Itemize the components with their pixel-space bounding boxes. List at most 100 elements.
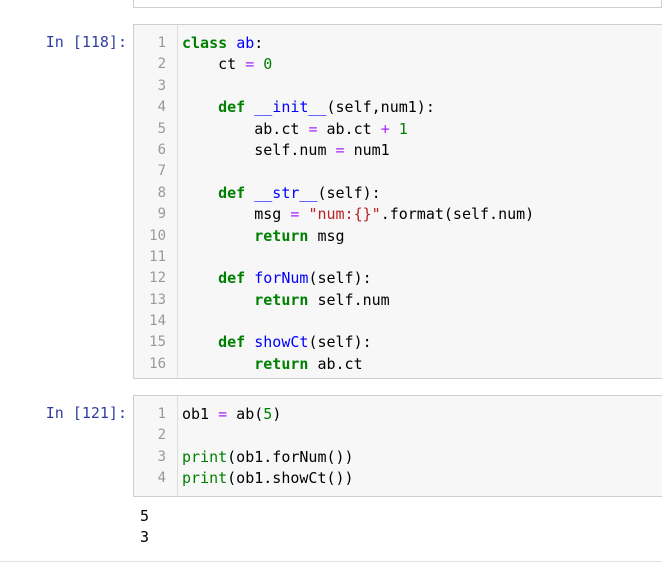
code-token: __init__ — [254, 98, 327, 117]
code-token: 0 — [263, 55, 273, 74]
code-token: class — [182, 34, 228, 52]
line-number: 3 — [157, 448, 166, 465]
code-token: (ob1.forNum()) — [227, 447, 354, 466]
code-cell-2[interactable]: 1 ob1 = ab(5) 2 3 print(ob1.forNum()) 4 print(… — [133, 395, 662, 497]
line-number: 4 — [157, 99, 166, 116]
code-token: def — [218, 333, 246, 352]
code-line: 7 — [134, 161, 662, 182]
code-text: return self.num — [182, 290, 390, 311]
line-number: 15 — [149, 334, 166, 351]
code-token: (self,num1): — [326, 98, 435, 117]
code-token: __str__ — [254, 183, 318, 202]
code-text: return msg — [182, 226, 345, 247]
code-token: ab.ct — [317, 119, 381, 138]
code-token: showCt — [254, 333, 309, 352]
code-line: 15 def showCt(self): — [134, 332, 662, 353]
code-line: 6 self.num = num1 — [134, 140, 662, 161]
code-line: 1 class ab: — [134, 33, 662, 54]
code-text: print(ob1.forNum()) — [182, 447, 354, 468]
code-token: msg — [308, 226, 345, 245]
line-number: 16 — [149, 355, 166, 372]
code-token: num1 — [344, 140, 390, 159]
cell-2-prompt: In [121]: — [45, 404, 127, 422]
line-number: 7 — [157, 163, 166, 180]
code-line: 9 msg = "num:{}".format(self.num) — [134, 204, 662, 225]
code-token: print — [182, 447, 228, 466]
line-number: 5 — [157, 120, 166, 137]
code-text: def __init__(self,num1): — [182, 97, 435, 118]
line-number: 2 — [157, 56, 166, 73]
cell-divider — [0, 561, 662, 562]
code-line: 5 ab.ct = ab.ct + 1 — [134, 119, 662, 140]
line-number: 2 — [157, 427, 166, 444]
line-number: 3 — [157, 77, 166, 94]
code-token: (self): — [317, 183, 381, 202]
code-token: (self): — [308, 333, 372, 352]
code-token: def — [218, 269, 246, 288]
code-token: = — [245, 55, 255, 74]
code-line: 4 def __init__(self,num1): — [134, 97, 662, 118]
code-lines: 1 ob1 = ab(5) 2 3 print(ob1.forNum()) 4 print(… — [134, 404, 662, 490]
code-text: return ab.ct — [182, 354, 363, 375]
code-token: def — [218, 183, 246, 202]
code-token: (ob1.showCt()) — [227, 469, 354, 488]
code-token: 1 — [398, 119, 408, 138]
code-token: = — [335, 140, 345, 159]
code-text: def forNum(self): — [182, 268, 372, 289]
line-number: 6 — [157, 141, 166, 158]
code-token: return — [254, 290, 309, 309]
code-text: self.num = num1 — [182, 140, 390, 161]
code-token: self.num — [308, 290, 390, 309]
code-text: msg = "num:{}".format(self.num) — [182, 204, 534, 225]
code-text: print(ob1.showCt()) — [182, 468, 354, 489]
code-token: ab.ct — [182, 119, 309, 138]
code-token: return — [254, 226, 309, 245]
code-text: ob1 = ab(5) — [182, 404, 281, 425]
code-token: ab.ct — [308, 354, 363, 373]
cell-1-prompt: In [118]: — [45, 33, 127, 51]
code-line: 11 — [134, 247, 662, 268]
code-line: 3 print(ob1.forNum()) — [134, 447, 662, 468]
code-text: ct = 0 — [182, 54, 272, 75]
code-token: 5 — [263, 405, 273, 423]
line-number: 1 — [157, 406, 166, 422]
code-token: ob1 — [182, 405, 219, 423]
line-number: 4 — [157, 470, 166, 487]
output-line: 3 — [140, 528, 150, 546]
code-cell-1[interactable]: 1 class ab: 2 ct = 034 def __init__(self,n… — [133, 24, 662, 379]
code-token: .format(self.num) — [380, 205, 535, 224]
line-number: 1 — [157, 35, 166, 51]
code-text: def __str__(self): — [182, 183, 381, 204]
previous-cell-bottom-edge — [133, 0, 662, 8]
code-lines: 1 class ab: 2 ct = 034 def __init__(self,n… — [134, 33, 662, 375]
cell-2-output: 5 3 — [140, 506, 149, 548]
code-token: self.num — [182, 140, 336, 159]
code-line: 10 return msg — [134, 226, 662, 247]
code-token: return — [254, 354, 309, 373]
output-line: 5 — [140, 507, 150, 525]
line-number: 13 — [149, 291, 166, 308]
code-token: msg — [182, 205, 291, 224]
line-number: 10 — [149, 227, 166, 244]
code-token: def — [218, 98, 246, 117]
code-line: 14 — [134, 311, 662, 332]
code-line: 4 print(ob1.showCt()) — [134, 468, 662, 489]
code-line: 12 def forNum(self): — [134, 268, 662, 289]
line-number: 8 — [157, 184, 166, 201]
line-number: 9 — [157, 206, 166, 223]
line-number: 12 — [149, 270, 166, 287]
code-token: = — [218, 405, 228, 423]
code-line: 2 — [134, 425, 662, 446]
code-line: 1 ob1 = ab(5) — [134, 404, 662, 425]
